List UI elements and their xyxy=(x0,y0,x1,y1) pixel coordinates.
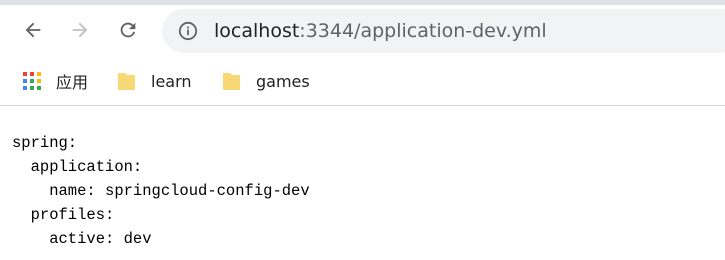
url-text[interactable]: localhost:3344/application-dev.yml xyxy=(214,19,547,43)
bookmark-games-label: games xyxy=(256,71,310,91)
bookmark-apps-label: 应用 xyxy=(56,73,89,92)
apps-grid-icon xyxy=(23,72,41,90)
yaml-document: spring: application: name: springcloud-c… xyxy=(12,134,310,248)
bookmark-learn[interactable]: learn xyxy=(117,67,192,95)
back-button[interactable] xyxy=(17,14,49,46)
reload-icon xyxy=(120,22,136,38)
reload-button[interactable] xyxy=(112,14,144,46)
address-bar[interactable]: localhost:3344/application-dev.yml xyxy=(162,9,725,53)
info-icon[interactable] xyxy=(178,21,198,41)
bookmark-learn-label: learn xyxy=(151,71,192,91)
bookmark-apps[interactable]: 应用 xyxy=(22,67,88,95)
folder-icon xyxy=(118,73,135,90)
page-content: spring: application: name: springcloud-c… xyxy=(0,106,725,260)
browser-toolbar: localhost:3344/application-dev.yml xyxy=(0,5,725,59)
arrow-right-icon xyxy=(72,22,88,38)
url-host: localhost xyxy=(214,20,300,42)
url-path: :3344/application-dev.yml xyxy=(299,20,547,42)
forward-button[interactable] xyxy=(64,14,96,46)
bookmarks-bar: 应用 learn games xyxy=(0,59,725,105)
folder-icon xyxy=(223,73,240,90)
arrow-left-icon xyxy=(25,22,41,38)
bookmark-games[interactable]: games xyxy=(222,67,310,95)
